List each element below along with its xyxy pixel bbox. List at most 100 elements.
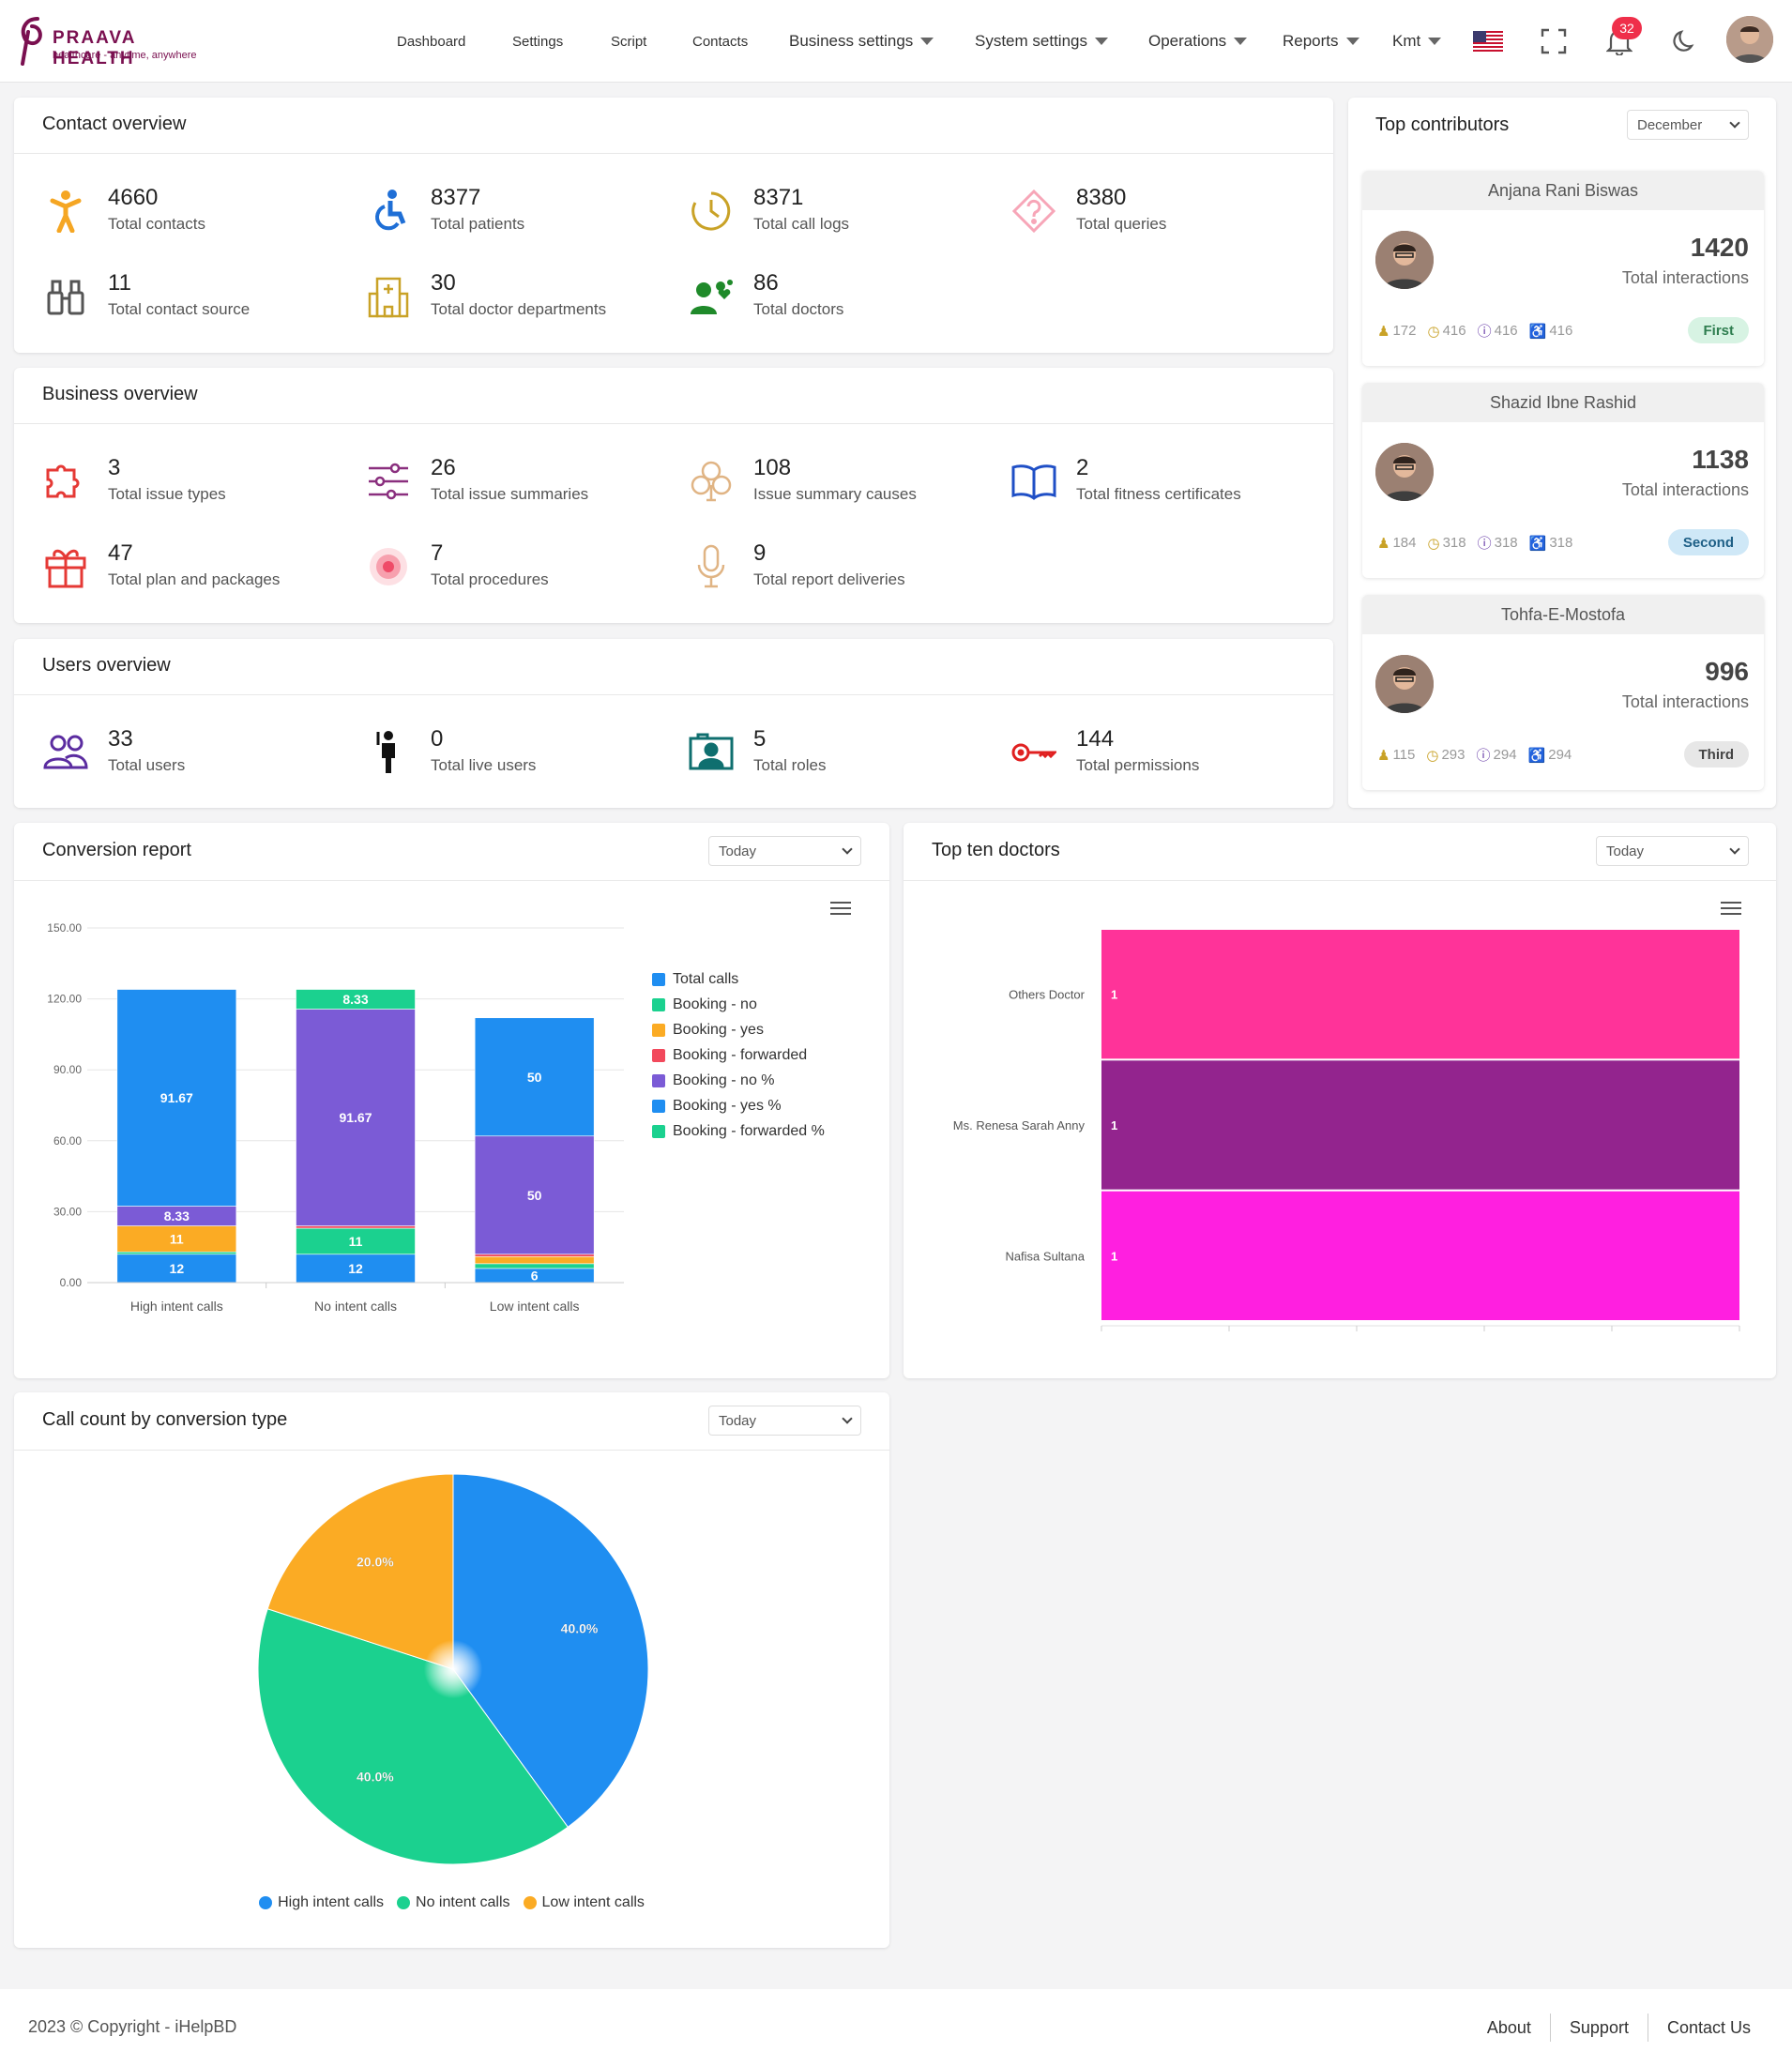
stat-total-permissions[interactable]: 144 Total permissions [1010,722,1320,784]
contributor-metrics: ♟ 172 ◷ 416 ⓘ 416 ♿ 416 [1377,321,1572,341]
top-navbar: PRAAVA HEALTH healthcare - anytime, anyw… [0,0,1792,83]
top-ten-doctors-card: Top ten doctors Today 1 Others Doctor 1 Ms.… [904,823,1776,1378]
stat-total-procedures[interactable]: 7 Total procedures [365,537,675,599]
nav-contacts[interactable]: Contacts [692,0,748,83]
legend-item[interactable]: Total calls [652,966,825,992]
legend-label: Low intent calls [541,1893,645,1910]
stat-issue-summary-causes[interactable]: 108 Issue summary causes [688,451,997,513]
data-label: 1 [1111,1249,1117,1263]
contributor-total-label: Total interactions [1621,268,1749,287]
wheelchair-icon: ♿ [1528,535,1547,552]
metric-patients: 294 [1548,747,1572,763]
stat-total-call-logs[interactable]: 8371 Total call logs [688,181,997,243]
legend-swatch [397,1895,411,1909]
bar-segment [474,1263,595,1269]
legend-item[interactable]: Booking - forwarded % [652,1118,825,1144]
brand-logo[interactable]: PRAAVA HEALTH healthcare - anytime, anyw… [17,13,205,69]
notification-count-badge: 32 [1612,17,1642,39]
sliders-icon [365,457,412,506]
card-title: Top contributors [1375,114,1510,135]
data-label: 8.33 [342,992,368,1007]
stat-total-issue-summaries[interactable]: 26 Total issue summaries [365,451,675,513]
card-title: Users overview [42,655,171,676]
user-avatar[interactable] [1726,16,1773,63]
clock-icon: ◷ [1427,535,1440,552]
stat-total-contacts[interactable]: 4660 Total contacts [42,181,352,243]
nav-script[interactable]: Script [611,0,646,83]
metric-queries: 416 [1494,323,1518,339]
stat-total-roles[interactable]: 5 Total roles [688,722,997,784]
stat-total-doctor-departments[interactable]: 30 Total doctor departments [365,266,675,328]
stat-total-live-users[interactable]: 0 Total live users [365,722,675,784]
nav-settings[interactable]: Settings [512,0,563,83]
legend-item[interactable]: Booking - no % [652,1068,825,1093]
month-select[interactable]: December [1627,110,1749,140]
contributor-card[interactable]: Tohfa-E-Mostofa 996 Total interactions ♟… [1362,595,1764,790]
metric-contacts: 172 [1392,323,1417,339]
footer-link-contact-us[interactable]: Contact Us [1647,2014,1769,2042]
legend-item[interactable]: High intent calls [259,1890,384,1915]
contributor-metrics: ♟ 184 ◷ 318 ⓘ 318 ♿ 318 [1377,533,1572,553]
legend-item[interactable]: Booking - forwarded [652,1042,825,1068]
book-icon [1010,457,1057,506]
contributor-card[interactable]: Shazid Ibne Rashid 1138 Total interactio… [1362,383,1764,578]
nav-dashboard[interactable]: Dashboard [397,0,465,83]
metric-patients: 416 [1549,323,1573,339]
stat-total-users[interactable]: 33 Total users [42,722,352,784]
stat-number: 5 [753,726,767,752]
nav-system-settings[interactable]: System settings [975,0,1108,83]
stat-total-report-deliveries[interactable]: 9 Total report deliveries [688,537,997,599]
stat-total-plan-and-packages[interactable]: 47 Total plan and packages [42,537,352,599]
y-category-label: Others Doctor [1009,988,1086,1002]
legend-swatch [652,997,665,1011]
person-icon: ♟ [1377,747,1390,764]
stat-number: 33 [108,726,133,752]
legend-label: Booking - forwarded % [673,1122,825,1139]
caret-down-icon [1345,38,1359,45]
contact-overview-card: Contact overview 4660 Total contacts 837… [14,98,1333,353]
legend-item[interactable]: Booking - no [652,992,825,1017]
contributor-avatar [1375,655,1434,713]
bar-segment [474,1254,595,1257]
legend-item[interactable]: Booking - yes [652,1017,825,1042]
y-tick-label: 120.00 [47,993,82,1006]
stat-total-contact-source[interactable]: 11 Total contact source [42,266,352,328]
stat-number: 2 [1076,455,1089,480]
footer-link-about[interactable]: About [1468,2014,1550,2042]
legend-label: Booking - yes % [673,1097,782,1114]
nav-business-settings[interactable]: Business settings [789,0,934,83]
data-label: 12 [170,1261,185,1276]
nav-reports[interactable]: Reports [1283,0,1359,83]
nav-user-menu[interactable]: Kmt [1392,0,1442,83]
card-title: Contact overview [42,114,187,134]
data-label: 50 [527,1070,542,1085]
stat-number: 11 [108,270,131,296]
footer-link-support[interactable]: Support [1549,2014,1648,2042]
nav-operations[interactable]: Operations [1148,0,1248,83]
person-icon [42,187,89,236]
stat-total-queries[interactable]: 8380 Total queries [1010,181,1320,243]
stat-total-patients[interactable]: 8377 Total patients [365,181,675,243]
legend-item[interactable]: Low intent calls [523,1890,645,1915]
legend-swatch [652,1073,665,1087]
caret-down-icon [1428,38,1442,45]
metric-call-logs: 293 [1441,747,1465,763]
question-icon: ⓘ [1476,748,1491,764]
stat-total-issue-types[interactable]: 3 Total issue types [42,451,352,513]
stat-total-fitness-certificates[interactable]: 2 Total fitness certificates [1010,451,1320,513]
us-flag-icon[interactable] [1469,23,1507,60]
roles-icon [688,728,735,777]
metric-patients: 318 [1549,535,1573,551]
legend-item[interactable]: No intent calls [397,1890,510,1915]
legend-swatch [652,1099,665,1113]
legend-label: Booking - yes [673,1021,764,1038]
contributor-card[interactable]: Anjana Rani Biswas 1420 Total interactio… [1362,171,1764,366]
contributor-name: Tohfa-E-Mostofa [1362,595,1764,634]
contributor-total-label: Total interactions [1621,692,1749,711]
fullscreen-icon[interactable] [1535,23,1572,60]
data-label: 91.67 [160,1090,193,1105]
contributor-total-label: Total interactions [1621,480,1749,499]
dark-mode-moon-icon[interactable] [1666,23,1704,60]
legend-item[interactable]: Booking - yes % [652,1093,825,1118]
stat-total-doctors[interactable]: 86 Total doctors [688,266,997,328]
